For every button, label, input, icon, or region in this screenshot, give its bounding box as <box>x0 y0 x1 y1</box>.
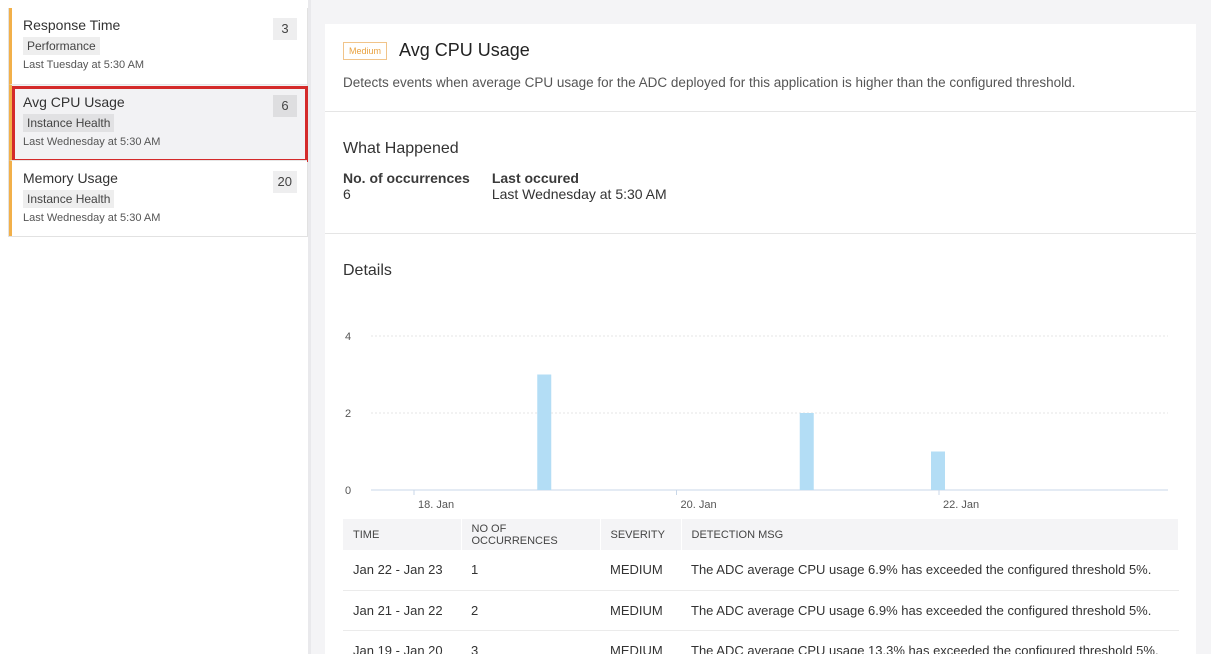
column-header-detection-msg[interactable]: DETECTION MSG <box>681 519 1179 550</box>
cell-message: The ADC average CPU usage 6.9% has excee… <box>681 550 1179 591</box>
occurrences-table: TIME NO OF OCCURRENCES SEVERITY DETECTIO… <box>343 519 1179 654</box>
cell-severity: MEDIUM <box>600 630 681 654</box>
last-occurred-stat: Last occured Last Wednesday at 5:30 AM <box>492 170 667 202</box>
column-header-occurrences[interactable]: NO OF OCCURRENCES <box>461 519 601 550</box>
detail-title: Avg CPU Usage <box>399 40 530 60</box>
cell-time: Jan 21 - Jan 22 <box>343 590 461 631</box>
severity-badge: Medium <box>343 41 388 60</box>
alert-count-badge: 6 <box>273 95 297 117</box>
cell-severity: MEDIUM <box>600 590 681 631</box>
chart-bar <box>931 451 945 490</box>
alert-time: Last Wednesday at 5:30 AM <box>23 212 161 224</box>
y-tick-label: 2 <box>345 408 351 420</box>
details-section: Details <box>325 234 1196 280</box>
alert-category-tag: Instance Health <box>23 114 115 132</box>
cell-time: Jan 22 - Jan 23 <box>343 550 461 591</box>
occurrences-chart: 0 2 4 18. Jan 20. Jan 22. Jan <box>345 331 1168 510</box>
table-row[interactable]: Jan 21 - Jan 22 2 MEDIUM The ADC average… <box>343 590 1179 631</box>
panel-divider <box>308 0 311 654</box>
alert-title: Response Time <box>23 17 121 33</box>
alert-list: Response Time Performance Last Tuesday a… <box>8 8 308 237</box>
alert-category-tag: Performance <box>23 37 100 55</box>
cell-occurrences: 3 <box>461 630 600 654</box>
column-header-severity[interactable]: SEVERITY <box>600 519 682 550</box>
cell-severity: MEDIUM <box>600 550 681 591</box>
alert-count-badge: 20 <box>272 171 297 193</box>
chart-bar <box>799 413 814 490</box>
cell-message: The ADC average CPU usage 6.9% has excee… <box>681 590 1179 631</box>
column-header-time[interactable]: TIME <box>343 519 462 550</box>
x-tick-label: 18. Jan <box>418 499 454 510</box>
what-happened-title: What Happened <box>343 140 459 157</box>
occurrences-value: 6 <box>343 186 351 202</box>
cell-occurrences: 2 <box>461 590 600 631</box>
x-tick-label: 20. Jan <box>681 499 717 510</box>
x-tick-label: 22. Jan <box>943 499 979 510</box>
alert-time: Last Tuesday at 5:30 AM <box>23 59 145 71</box>
alert-item-memory-usage[interactable]: Memory Usage Instance Health Last Wednes… <box>9 160 307 236</box>
what-happened-section: What Happened No. of occurrences 6 Last … <box>325 112 1196 234</box>
last-occurred-label: Last occured <box>491 170 579 186</box>
y-tick-label: 0 <box>345 485 351 497</box>
table-row[interactable]: Jan 22 - Jan 23 1 MEDIUM The ADC average… <box>343 550 1179 591</box>
alerts-sidebar: Response Time Performance Last Tuesday a… <box>0 0 311 654</box>
detail-description: Detects events when average CPU usage fo… <box>343 75 1076 90</box>
cell-occurrences: 1 <box>461 550 600 591</box>
occurrences-stat: No. of occurrences 6 <box>343 170 470 202</box>
cell-message: The ADC average CPU usage 13.3% has exce… <box>681 630 1179 654</box>
detail-header: Medium Avg CPU Usage Detects events when… <box>325 24 1196 112</box>
alert-title: Memory Usage <box>23 170 118 186</box>
chart-bar <box>537 374 552 490</box>
alert-title: Avg CPU Usage <box>23 94 125 110</box>
details-title: Details <box>343 262 392 279</box>
occurrences-label: No. of occurrences <box>343 170 470 186</box>
cell-time: Jan 19 - Jan 20 <box>343 630 461 654</box>
alert-count-badge: 3 <box>273 18 297 40</box>
alert-item-response-time[interactable]: Response Time Performance Last Tuesday a… <box>9 8 307 84</box>
alert-time: Last Wednesday at 5:30 AM <box>23 136 161 148</box>
alert-detail-panel: Medium Avg CPU Usage Detects events when… <box>325 24 1196 654</box>
last-occurred-value: Last Wednesday at 5:30 AM <box>491 186 667 202</box>
alert-item-avg-cpu-usage[interactable]: Avg CPU Usage Instance Health Last Wedne… <box>9 84 308 162</box>
y-tick-label: 4 <box>345 331 351 343</box>
alert-category-tag: Instance Health <box>23 190 115 208</box>
table-row[interactable]: Jan 19 - Jan 20 3 MEDIUM The ADC average… <box>343 630 1179 654</box>
table-header-row: TIME NO OF OCCURRENCES SEVERITY DETECTIO… <box>343 519 1179 550</box>
